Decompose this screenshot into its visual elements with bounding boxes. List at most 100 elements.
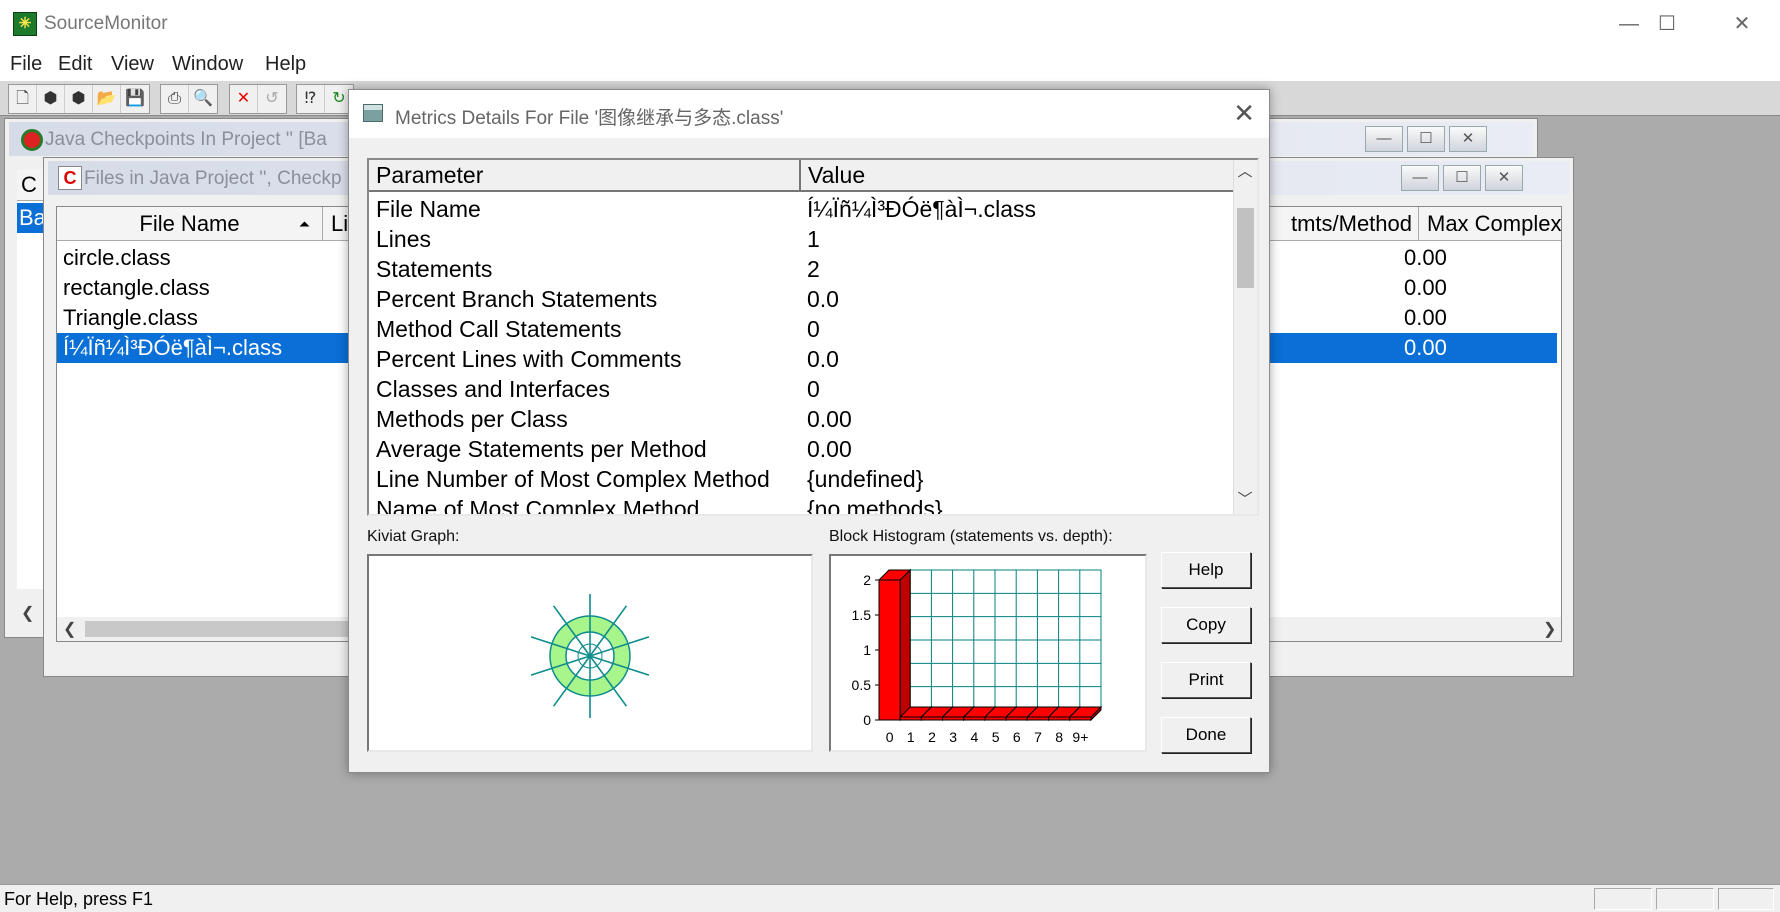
scroll-right-icon[interactable]: ❯ bbox=[1543, 619, 1556, 639]
file-name-cell: rectangle.class bbox=[63, 275, 210, 300]
histogram-y-tick-label: 0 bbox=[863, 712, 871, 728]
files-minimize-button[interactable]: — bbox=[1401, 165, 1439, 191]
delete-icon[interactable]: ✕ bbox=[230, 85, 258, 113]
toolbar-help-group: ⁉ ↻ bbox=[296, 84, 354, 114]
print-preview-icon[interactable]: 🔍 bbox=[189, 85, 217, 113]
menu-edit[interactable]: Edit bbox=[58, 53, 92, 76]
metric-value: 2 bbox=[807, 256, 820, 282]
histogram-x-tick-label: 9+ bbox=[1072, 729, 1088, 745]
metric-value: 1 bbox=[807, 226, 820, 252]
histogram-bar bbox=[878, 579, 901, 721]
metric-value: 0.0 bbox=[807, 286, 839, 312]
file-name-cell: circle.class bbox=[63, 245, 171, 270]
toolbar-file-group: 🗋 ⬢ ⬢ 📂 💾 bbox=[8, 84, 150, 114]
metric-value: 0.00 bbox=[807, 406, 852, 432]
minimize-window-button[interactable]: — bbox=[1609, 8, 1649, 40]
help-button[interactable]: Help bbox=[1161, 552, 1251, 588]
menu-help[interactable]: Help bbox=[265, 53, 306, 76]
column-header-statements-per-method[interactable]: tmts/Method bbox=[1262, 207, 1419, 241]
metric-row[interactable]: Line Number of Most Complex Method {undef… bbox=[369, 464, 1231, 494]
metrics-details-dialog: Metrics Details For File '图像继承与多态.class'… bbox=[348, 89, 1270, 773]
scroll-left-icon[interactable]: ❮ bbox=[63, 619, 76, 639]
sort-ascending-icon: ⏶ bbox=[298, 216, 310, 232]
dialog-window-icon bbox=[363, 104, 383, 122]
metric-parameter: Percent Lines with Comments bbox=[376, 346, 682, 372]
histogram-x-tick-label: 8 bbox=[1055, 729, 1063, 745]
file-name-cell: Í¼Ïñ¼Ì³ÐÓë¶àÌ¬.class bbox=[63, 335, 283, 360]
status-text: For Help, press F1 bbox=[4, 889, 154, 909]
metric-row[interactable]: Lines 1 bbox=[369, 224, 1231, 254]
files-restore-button[interactable]: ☐ bbox=[1443, 165, 1481, 191]
copy-button[interactable]: Copy bbox=[1161, 607, 1251, 643]
metric-row[interactable]: Classes and Interfaces 0 bbox=[369, 374, 1231, 404]
block-histogram-chart: 00.511.520 1 2 3 4 5 6 7 8 9+ bbox=[852, 568, 1103, 745]
metric-row[interactable]: Percent Lines with Comments 0.0 bbox=[369, 344, 1231, 374]
print-button[interactable]: Print bbox=[1161, 662, 1251, 698]
checkpoints-scroll-left-icon[interactable]: ❮ bbox=[21, 603, 34, 623]
done-button[interactable]: Done bbox=[1161, 717, 1251, 753]
metric-parameter: Method Call Statements bbox=[376, 316, 622, 342]
open-folder-icon[interactable]: 📂 bbox=[93, 85, 121, 113]
column-header-parameter[interactable]: Parameter bbox=[369, 160, 801, 192]
save-icon[interactable]: 💾 bbox=[121, 85, 149, 113]
column-header-max-complexity[interactable]: Max Complex bbox=[1419, 207, 1561, 241]
histogram-x-tick-label: 0 bbox=[886, 729, 894, 745]
metric-value: 0 bbox=[807, 316, 820, 342]
context-help-icon[interactable]: ⁉ bbox=[297, 85, 325, 113]
close-window-button[interactable]: ✕ bbox=[1722, 8, 1762, 40]
kiviat-graph-canvas bbox=[530, 594, 650, 718]
histogram-y-tick-label: 1.5 bbox=[852, 607, 872, 623]
scrollbar-thumb[interactable] bbox=[85, 621, 357, 637]
metric-value: Í¼Ïñ¼Ì³ÐÓë¶àÌ¬.class bbox=[807, 196, 1037, 222]
metric-parameter: Average Statements per Method bbox=[376, 436, 707, 462]
statements-per-method-cell: 0.00 bbox=[1404, 245, 1447, 270]
maximize-window-button[interactable]: ☐ bbox=[1647, 8, 1687, 40]
column-header-file-name[interactable]: File Name ⏶ bbox=[57, 207, 323, 241]
metric-row[interactable]: Statements 2 bbox=[369, 254, 1231, 284]
menu-window[interactable]: Window bbox=[172, 53, 243, 76]
column-header-value[interactable]: Value bbox=[801, 160, 1235, 192]
checkpoints-minimize-button[interactable]: — bbox=[1365, 126, 1403, 152]
metric-parameter: Line Number of Most Complex Method bbox=[376, 466, 770, 492]
file-name-cell: Triangle.class bbox=[63, 305, 198, 330]
metrics-vertical-scrollbar[interactable]: ︿ ﹀ bbox=[1233, 160, 1257, 514]
checkpoint-icon[interactable]: ⬢ bbox=[65, 85, 93, 113]
print-icon[interactable]: ⎙ bbox=[161, 85, 189, 113]
metric-parameter: Lines bbox=[376, 226, 431, 252]
histogram-y-tick-label: 1 bbox=[863, 642, 871, 658]
metric-row[interactable]: Name of Most Complex Method {no methods} bbox=[369, 494, 1231, 516]
histogram-x-tick-label: 3 bbox=[949, 729, 957, 745]
checkpoints-window-title: Java Checkpoints In Project '' [Ba bbox=[45, 129, 327, 150]
sourcemonitor-app-icon: ✳ bbox=[13, 12, 37, 36]
dialog-close-icon[interactable]: ✕ bbox=[1233, 98, 1255, 128]
scroll-up-icon[interactable]: ︿ bbox=[1234, 160, 1256, 184]
kiviat-graph-label: Kiviat Graph: bbox=[367, 528, 460, 545]
undo-icon[interactable]: ↺ bbox=[258, 85, 286, 113]
block-histogram-label: Block Histogram (statements vs. depth): bbox=[829, 528, 1113, 545]
scrollbar-thumb[interactable] bbox=[1237, 208, 1254, 288]
metric-row[interactable]: Average Statements per Method 0.00 bbox=[369, 434, 1231, 464]
metric-value: 0.00 bbox=[807, 436, 852, 462]
new-file-icon[interactable]: 🗋 bbox=[9, 85, 37, 113]
checkpoints-restore-button[interactable]: ☐ bbox=[1407, 126, 1445, 152]
checkpoints-close-button[interactable]: ✕ bbox=[1449, 126, 1487, 152]
metric-value: 0 bbox=[807, 376, 820, 402]
metric-value: {no methods} bbox=[807, 496, 943, 516]
statements-per-method-cell: 0.00 bbox=[1404, 335, 1447, 360]
kiviat-graph bbox=[367, 554, 813, 752]
menu-file[interactable]: File bbox=[10, 53, 42, 76]
metric-row[interactable]: Method Call Statements 0 bbox=[369, 314, 1231, 344]
files-close-button[interactable]: ✕ bbox=[1485, 165, 1523, 191]
toolbar-print-group: ⎙ 🔍 bbox=[160, 84, 218, 114]
histogram-y-tick-label: 0.5 bbox=[852, 677, 872, 693]
new-checkpoint-icon[interactable]: ⬢ bbox=[37, 85, 65, 113]
metric-row[interactable]: Methods per Class 0.00 bbox=[369, 404, 1231, 434]
metric-row[interactable]: Percent Branch Statements 0.0 bbox=[369, 284, 1231, 314]
scroll-down-icon[interactable]: ﹀ bbox=[1234, 488, 1256, 512]
histogram-bar-side bbox=[899, 568, 911, 722]
metric-row[interactable]: File Name Í¼Ïñ¼Ì³ÐÓë¶àÌ¬.class bbox=[369, 194, 1231, 224]
status-bar: For Help, press F1 bbox=[0, 884, 1780, 912]
toolbar-edit-group: ✕ ↺ bbox=[229, 84, 287, 114]
menu-view[interactable]: View bbox=[111, 53, 154, 76]
app-title: SourceMonitor bbox=[44, 13, 168, 34]
